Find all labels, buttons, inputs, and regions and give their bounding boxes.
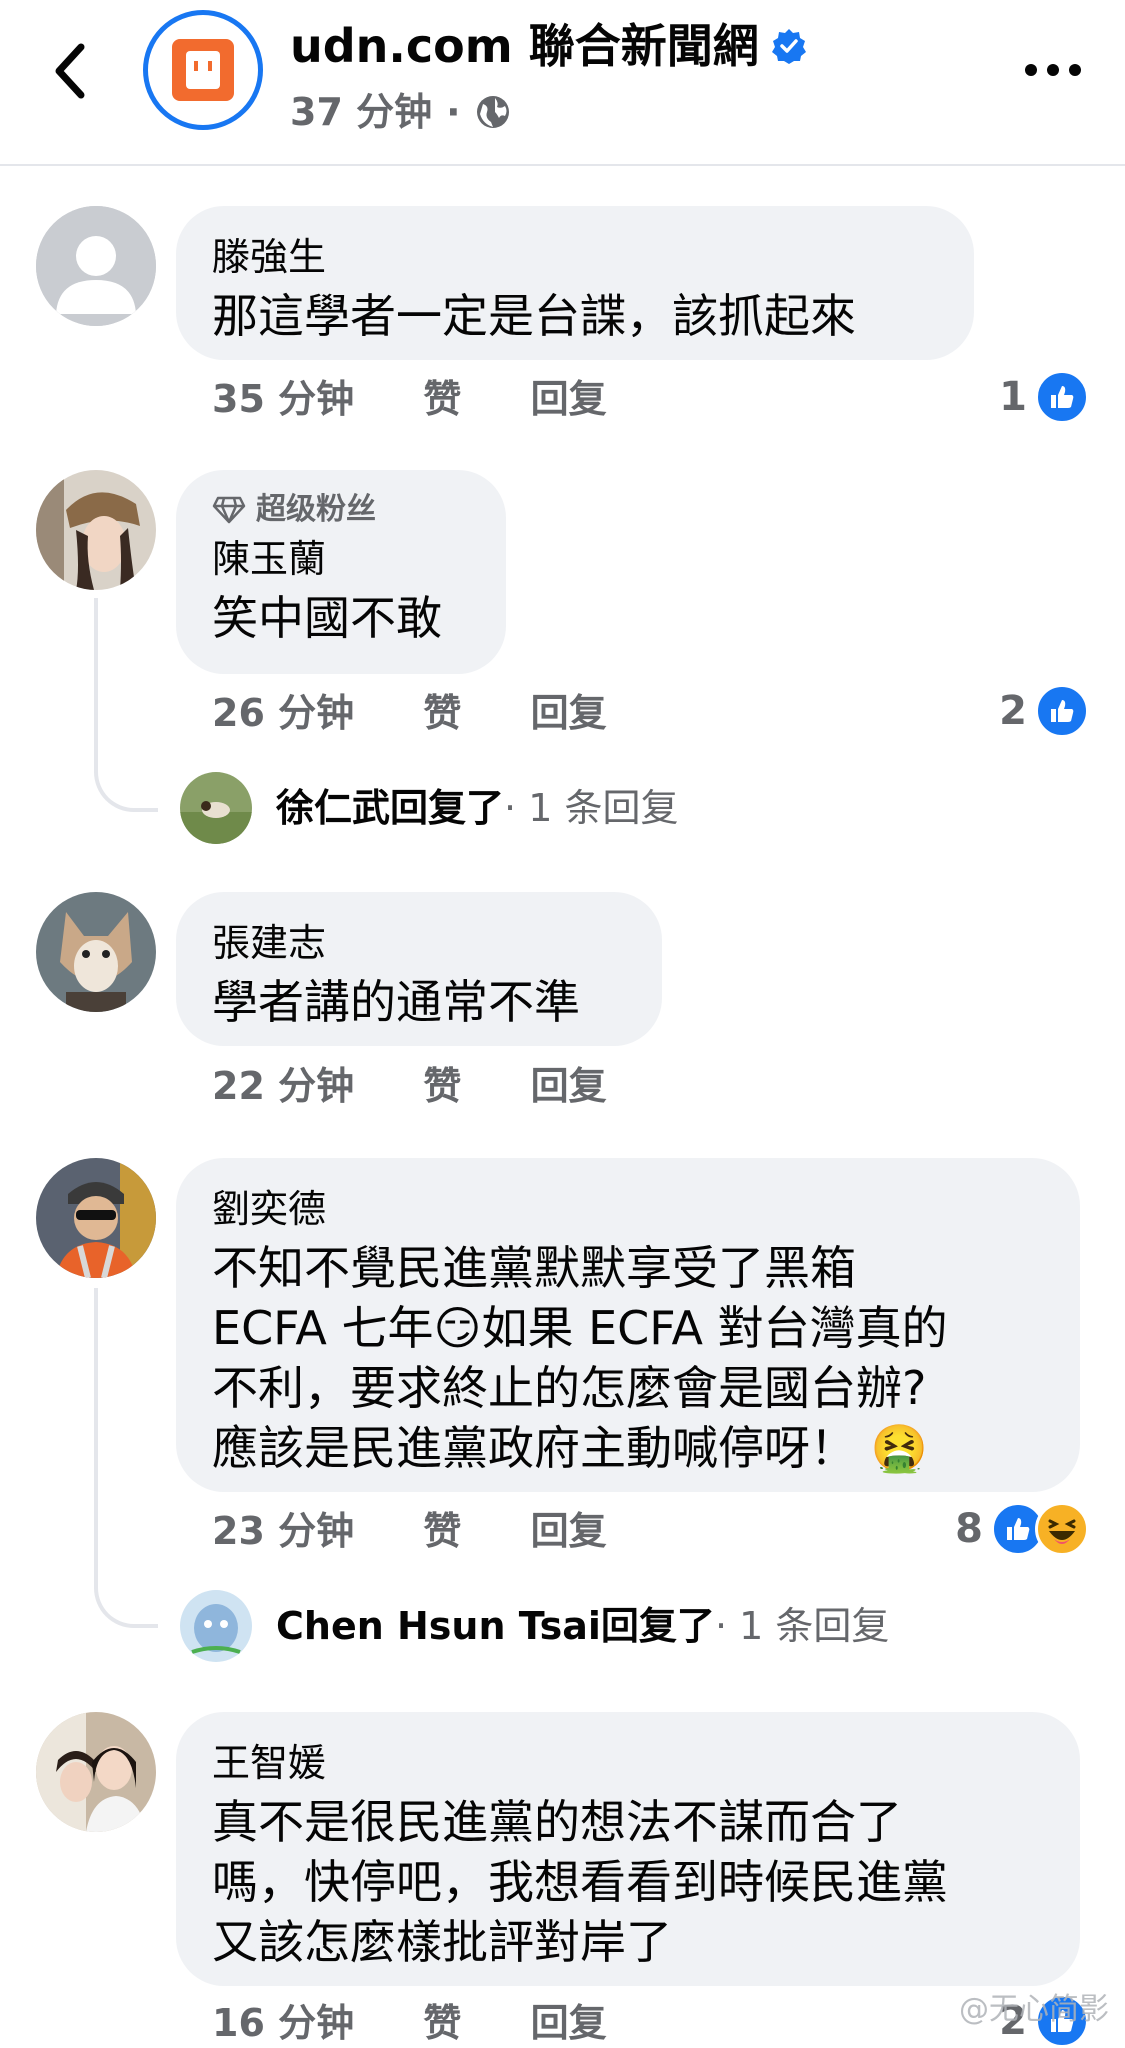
more-icon-dot [1047, 64, 1059, 76]
like-reaction-icon [1035, 684, 1089, 738]
comment-actions: 23 分钟 赞 回复 [212, 1506, 663, 1556]
post-header: udn.com 聯合新聞網 37 分钟 · [0, 0, 1125, 166]
comment-time: 16 分钟 [212, 2001, 355, 2045]
reply-button[interactable]: 回复 [531, 1064, 607, 1108]
view-replies-link[interactable]: 徐仁武 回复了 · 1 条回复 [180, 772, 678, 844]
comment-text-line: 不利，要求終止的怎麼會是國台辦? [212, 1361, 927, 1415]
reaction-summary[interactable]: 8 [955, 1502, 1089, 1556]
like-button[interactable]: 赞 [423, 1509, 461, 1553]
comment-author[interactable]: 劉奕德 [212, 1184, 1044, 1234]
page-avatar[interactable] [143, 10, 263, 130]
comment-actions: 16 分钟 赞 回复 [212, 1998, 663, 2048]
comment-text-line: 不知不覺民進黨默默享受了黑箱 [212, 1241, 856, 1295]
reaction-summary[interactable]: 2 [999, 684, 1089, 738]
comment-author[interactable]: 王智媛 [212, 1738, 1044, 1788]
like-button[interactable]: 赞 [423, 377, 461, 421]
reaction-count: 1 [999, 374, 1027, 420]
watermark: @无心简影 [959, 1992, 1109, 2027]
meta-separator: · [446, 90, 461, 134]
comment-bubble[interactable]: 滕強生 那這學者一定是台諜，該抓起來 [176, 206, 974, 360]
like-reaction-icon [1035, 370, 1089, 424]
reply-button[interactable]: 回复 [531, 377, 607, 421]
reaction-summary[interactable]: 1 [999, 370, 1089, 424]
comment-text-line: 嗎，快停吧，我想看看到時候民進黨 [212, 1855, 948, 1909]
globe-icon [476, 96, 509, 128]
reply-button[interactable]: 回复 [531, 2001, 607, 2045]
comment-bubble[interactable]: 張建志 學者講的通常不準 [176, 892, 662, 1046]
avatar[interactable] [36, 1158, 156, 1278]
more-icon-dot [1025, 64, 1037, 76]
comment-bubble[interactable]: 超级粉丝 陳玉蘭 笑中國不敢 [176, 470, 506, 674]
comment-actions: 35 分钟 赞 回复 [212, 374, 663, 424]
comment-time: 26 分钟 [212, 691, 355, 735]
comment-bubble[interactable]: 劉奕德 不知不覺民進黨默默享受了黑箱 ECFA 七年😏如果 ECFA 對台灣真的… [176, 1158, 1080, 1492]
reply-button[interactable]: 回复 [531, 691, 607, 735]
reply-count: · 1 条回复 [714, 1604, 890, 1648]
comment-author[interactable]: 滕強生 [212, 232, 938, 282]
comment-actions: 22 分钟 赞 回复 [212, 1061, 663, 1111]
view-replies-link[interactable]: Chen Hsun Tsai 回复了 · 1 条回复 [180, 1590, 889, 1662]
page-name-text[interactable]: udn.com 聯合新聞網 [290, 14, 759, 78]
udn-logo [172, 39, 234, 101]
comment-actions: 26 分钟 赞 回复 [212, 688, 663, 738]
back-icon [55, 43, 85, 99]
reply-author: Chen Hsun Tsai [276, 1604, 601, 1648]
top-fan-badge: 超级粉丝 [212, 490, 470, 530]
more-options-button[interactable] [1025, 62, 1081, 78]
default-avatar-icon [36, 206, 156, 326]
avatar-photo [36, 892, 156, 1012]
comment-text-line: 真不是很民進黨的想法不謀而合了 [212, 1795, 902, 1849]
reply-suffix: 回复了 [390, 786, 505, 830]
diamond-icon [212, 496, 246, 524]
more-icon-dot [1069, 64, 1081, 76]
comment-time: 35 分钟 [212, 377, 355, 421]
back-button[interactable] [40, 36, 100, 106]
like-button[interactable]: 赞 [423, 2001, 461, 2045]
comment-text: 不知不覺民進黨默默享受了黑箱 ECFA 七年😏如果 ECFA 對台灣真的 不利，… [212, 1238, 1044, 1478]
avatar-photo [36, 470, 156, 590]
comment-bubble[interactable]: 王智媛 真不是很民進黨的想法不謀而合了 嗎，快停吧，我想看看到時候民進黨 又該怎… [176, 1712, 1080, 1986]
avatar[interactable] [36, 892, 156, 1012]
comment-text: 學者講的通常不準 [212, 975, 580, 1029]
comment-text: 笑中國不敢 [212, 591, 442, 645]
reaction-count: 2 [999, 688, 1027, 734]
thread-line [94, 1288, 158, 1628]
comment-text: 那這學者一定是台諜，該抓起來 [212, 289, 856, 343]
like-button[interactable]: 赞 [423, 691, 461, 735]
comment-time: 23 分钟 [212, 1509, 355, 1553]
page-name[interactable]: udn.com 聯合新聞網 [290, 14, 807, 78]
comment-text-line: 應該是民進黨政府主動喊停呀！ 🤮 [212, 1421, 928, 1475]
comment-time: 22 分钟 [212, 1064, 355, 1108]
comment-author[interactable]: 陳玉蘭 [212, 534, 470, 584]
reply-avatar [180, 1590, 252, 1662]
reaction-count: 8 [955, 1506, 983, 1552]
comment-author[interactable]: 張建志 [212, 918, 626, 968]
reply-avatar [180, 772, 252, 844]
verified-icon [771, 29, 806, 64]
reply-suffix: 回复了 [600, 1604, 715, 1648]
avatar[interactable] [36, 470, 156, 590]
post-time: 37 分钟 [290, 90, 433, 134]
avatar-photo [36, 1712, 156, 1832]
badge-label: 超级粉丝 [256, 492, 376, 527]
avatar[interactable] [36, 1712, 156, 1832]
comment-text-line: 又該怎麼樣批評對岸了 [212, 1915, 672, 1969]
avatar-photo [36, 1158, 156, 1278]
comment-text: 真不是很民進黨的想法不謀而合了 嗎，快停吧，我想看看到時候民進黨 又該怎麼樣批評… [212, 1792, 1044, 1972]
reply-count: · 1 条回复 [504, 786, 679, 830]
thread-line [94, 598, 158, 812]
reply-author: 徐仁武 [276, 786, 391, 830]
like-button[interactable]: 赞 [423, 1064, 461, 1108]
avatar[interactable] [36, 206, 156, 326]
comment-text-line: ECFA 七年😏如果 ECFA 對台灣真的 [212, 1301, 948, 1355]
reply-button[interactable]: 回复 [531, 1509, 607, 1553]
post-meta: 37 分钟 · [290, 84, 511, 140]
haha-reaction-icon [1035, 1502, 1089, 1556]
